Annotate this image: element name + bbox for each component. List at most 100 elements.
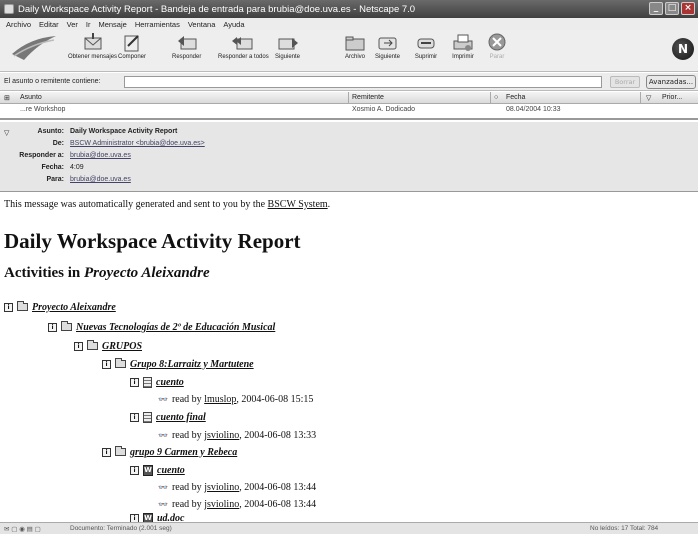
reply-to-value[interactable]: brubia@doe.uva.es <box>70 152 131 159</box>
info-icon[interactable]: i <box>48 322 57 332</box>
document-icon <box>143 376 152 388</box>
print-button[interactable]: Imprimir <box>451 33 475 60</box>
g9-ud-doc-link[interactable]: ud.doc <box>157 513 185 523</box>
from-value[interactable]: BSCW Administrator <brubia@doe.uva.es> <box>70 140 205 147</box>
menu-herramientas[interactable]: Herramientas <box>135 20 180 29</box>
menu-ir[interactable]: Ir <box>86 20 91 29</box>
word-document-icon: W <box>143 464 153 476</box>
column-divider[interactable] <box>490 92 491 104</box>
file-button[interactable]: Archivo <box>343 33 367 60</box>
column-date[interactable]: Fecha <box>506 94 525 101</box>
to-value[interactable]: brubia@doe.uva.es <box>70 176 131 183</box>
folder-icon <box>115 358 126 368</box>
activities-prefix: Activities in <box>4 265 84 281</box>
reader-link[interactable]: jsviolino <box>204 482 239 493</box>
to-label: Para: <box>46 176 64 183</box>
tree-row-g9-item1-read2: 👓 read by jsviolino, 2004-06-08 13:44 <box>158 497 316 511</box>
date-value: 4:09 <box>70 164 84 171</box>
g8-cuento-link[interactable]: cuento <box>156 377 184 388</box>
column-sender[interactable]: Remitente <box>352 94 384 101</box>
subject-label: Asunto: <box>37 128 64 135</box>
g9-cuento-link[interactable]: cuento <box>157 465 185 476</box>
group9-link[interactable]: grupo 9 Carmen y Rebeca <box>130 447 237 458</box>
stop-button[interactable]: Parar <box>485 33 509 60</box>
delete-label: Suprimir <box>414 54 438 60</box>
tree-row-g8-item1: i cuento <box>130 375 184 389</box>
tree-row-g9-item2: i W ud.doc <box>130 511 185 522</box>
netscape-throbber-icon[interactable]: N <box>672 38 694 60</box>
info-icon[interactable]: i <box>130 465 139 475</box>
read-glasses-icon: 👓 <box>158 499 168 509</box>
thread-toggle-icon[interactable]: ⊞ <box>4 94 10 102</box>
document-icon <box>143 411 152 423</box>
next-button[interactable]: Siguiente <box>375 33 400 60</box>
next-message-icon <box>378 37 397 50</box>
header-subject-row: Asunto: Daily Workspace Activity Report <box>0 128 698 138</box>
title-bar: Daily Workspace Activity Report - Bandej… <box>0 0 698 18</box>
menu-ver[interactable]: Ver <box>67 20 78 29</box>
tree-row-level2: i GRUPOS <box>74 339 142 353</box>
delete-button[interactable]: Suprimir <box>414 33 438 60</box>
info-icon[interactable]: i <box>130 513 139 522</box>
group8-link[interactable]: Grupo 8:Larraitz y Martutene <box>130 359 254 370</box>
folder-icon <box>17 301 28 311</box>
print-label: Imprimir <box>452 54 474 60</box>
column-priority[interactable]: Prior... <box>662 94 682 101</box>
column-divider[interactable] <box>348 92 349 104</box>
clear-search-button[interactable]: Borrar <box>610 76 640 88</box>
info-icon[interactable]: i <box>102 359 111 369</box>
menu-editar[interactable]: Editar <box>39 20 59 29</box>
g8-cuento-final-link[interactable]: cuento final <box>156 412 206 423</box>
app-icon <box>4 4 14 14</box>
minimize-button[interactable]: _ <box>649 2 663 15</box>
info-icon[interactable]: i <box>74 341 83 351</box>
forward-icon <box>278 38 298 50</box>
stop-label: Parar <box>489 54 505 60</box>
reply-all-icon <box>232 37 253 50</box>
grupos-link[interactable]: GRUPOS <box>102 341 142 352</box>
compose-icon <box>124 35 139 52</box>
reader-link[interactable]: lmuslop <box>204 394 236 405</box>
bscw-system-link[interactable]: BSCW System <box>268 199 328 210</box>
menu-archivo[interactable]: Archivo <box>6 20 31 29</box>
window-title: Daily Workspace Activity Report - Bandej… <box>18 3 416 15</box>
menu-ventana[interactable]: Ventana <box>188 20 216 29</box>
next-label: Siguiente <box>375 54 401 60</box>
info-icon[interactable]: i <box>130 377 139 387</box>
root-folder-link[interactable]: Proyecto Aleixandre <box>32 302 116 313</box>
menu-mensaje[interactable]: Mensaje <box>98 20 126 29</box>
info-icon[interactable]: i <box>130 412 139 422</box>
column-subject[interactable]: Asunto <box>20 94 42 101</box>
status-right-text: No leídos: 17 Total: 784 <box>590 525 659 532</box>
window-controls: _ □ × <box>649 2 695 15</box>
get-mail-icon <box>84 33 102 50</box>
info-icon[interactable]: i <box>102 447 111 457</box>
thread-row[interactable]: ...re Workshop Xosmio A. Dodicado 08.04/… <box>0 105 698 115</box>
menu-ayuda[interactable]: Ayuda <box>223 20 244 29</box>
tree-row-group9: i grupo 9 Carmen y Rebeca <box>102 445 237 459</box>
maximize-button[interactable]: □ <box>665 2 679 15</box>
tree-row-g8-item2: i cuento final <box>130 410 206 424</box>
reply-icon <box>177 36 197 50</box>
compose-button[interactable]: Componer <box>118 33 146 60</box>
thread-sender: Xosmio A. Dodicado <box>352 106 416 113</box>
search-input[interactable] <box>124 76 602 88</box>
reader-link[interactable]: jsviolino <box>204 499 239 510</box>
reader-link[interactable]: jsviolino <box>204 430 239 441</box>
column-divider[interactable] <box>640 92 641 104</box>
reply-button[interactable]: Responder <box>172 33 201 60</box>
advanced-search-button[interactable]: Avanzadas... <box>646 75 696 89</box>
file-folder-icon <box>345 36 365 51</box>
tree-row-group8: i Grupo 8:Larraitz y Martutene <box>102 357 254 371</box>
reply-all-button[interactable]: Responder a todos <box>218 33 269 60</box>
status-left-text: Documento: Terminado (2.001 seg) <box>70 525 172 532</box>
get-messages-button[interactable]: Obtener mensajes <box>68 33 117 60</box>
message-body: This message was automatically generated… <box>0 193 698 522</box>
close-button[interactable]: × <box>681 2 695 15</box>
nuevas-tecnologias-link[interactable]: Nuevas Tecnologías de 2º de Educación Mu… <box>76 322 275 333</box>
status-bar: ✉ ▢ ◉ ▤ ▢ Documento: Terminado (2.001 se… <box>0 522 698 534</box>
forward-button[interactable]: Siguiente <box>275 33 300 60</box>
info-icon[interactable]: i <box>4 302 13 312</box>
read-status-icon[interactable]: ○ <box>494 94 498 101</box>
read-glasses-icon: 👓 <box>158 430 168 440</box>
